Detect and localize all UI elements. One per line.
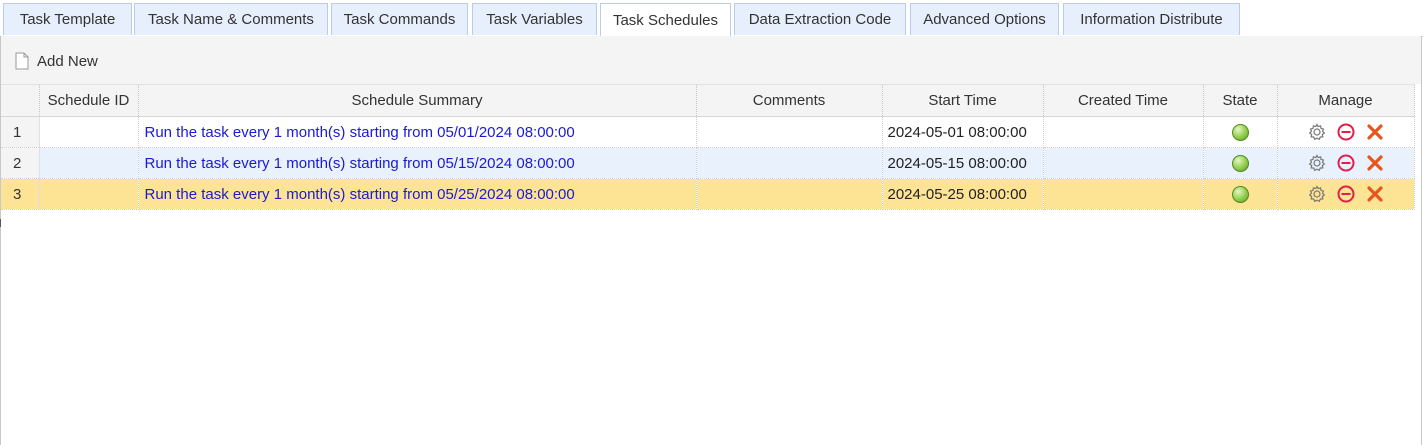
schedule-summary-link[interactable]: Run the task every 1 month(s) starting f… xyxy=(138,147,697,179)
tab-label: Data Extraction Code xyxy=(748,11,892,28)
column-header-schedule-summary[interactable]: Schedule Summary xyxy=(138,84,697,117)
column-header-state[interactable]: State xyxy=(1203,84,1278,117)
comments-cell xyxy=(696,178,883,210)
tab-label: Task Commands xyxy=(343,11,456,28)
column-header-rownum xyxy=(1,84,40,117)
tab-label: Advanced Options xyxy=(923,11,1046,28)
tab-task-commands[interactable]: Task Commands xyxy=(331,3,468,35)
column-header-comments[interactable]: Comments xyxy=(696,84,883,117)
schedule-summary-link[interactable]: Run the task every 1 month(s) starting f… xyxy=(138,178,697,210)
tab-task-variables[interactable]: Task Variables xyxy=(472,3,597,35)
delete-icon[interactable] xyxy=(1365,153,1385,173)
comments-cell xyxy=(696,116,883,148)
resize-handle-tick xyxy=(0,219,4,227)
schedule-summary-link[interactable]: Run the task every 1 month(s) starting f… xyxy=(138,116,697,148)
schedule-id-cell xyxy=(39,147,139,179)
row-number: 3 xyxy=(1,178,40,210)
tab-data-extraction-code[interactable]: Data Extraction Code xyxy=(734,3,906,35)
gear-icon[interactable] xyxy=(1307,122,1327,142)
state-cell xyxy=(1203,116,1278,148)
tab-label: Task Variables xyxy=(486,11,583,28)
created-time-cell xyxy=(1043,178,1204,210)
tab-task-template[interactable]: Task Template xyxy=(3,3,132,35)
tab-advanced-options[interactable]: Advanced Options xyxy=(910,3,1059,35)
manage-cell xyxy=(1277,116,1415,148)
document-icon xyxy=(15,52,29,70)
column-header-created-time[interactable]: Created Time xyxy=(1043,84,1204,117)
schedule-table: Schedule ID Schedule Summary Comments St… xyxy=(1,84,1415,210)
gear-icon[interactable] xyxy=(1307,184,1327,204)
comments-cell xyxy=(696,147,883,179)
start-time-cell: 2024-05-01 08:00:00 xyxy=(882,116,1044,148)
gear-icon[interactable] xyxy=(1307,153,1327,173)
manage-cell xyxy=(1277,147,1415,179)
delete-icon[interactable] xyxy=(1365,122,1385,142)
schedule-id-cell xyxy=(39,178,139,210)
state-active-icon xyxy=(1231,123,1249,141)
disable-icon[interactable] xyxy=(1336,184,1356,204)
schedules-panel: Add New Schedule ID Schedule Summary Com… xyxy=(0,36,1422,445)
tab-task-name-comments[interactable]: Task Name & Comments xyxy=(134,3,328,35)
toolbar: Add New xyxy=(1,36,1421,84)
state-cell xyxy=(1203,178,1278,210)
start-time-cell: 2024-05-15 08:00:00 xyxy=(882,147,1044,179)
column-header-schedule-id[interactable]: Schedule ID xyxy=(39,84,139,117)
column-header-manage[interactable]: Manage xyxy=(1277,84,1415,117)
state-active-icon xyxy=(1231,185,1249,203)
tab-information-distribute[interactable]: Information Distribute xyxy=(1063,3,1240,35)
row-number: 2 xyxy=(1,147,40,179)
add-new-button[interactable]: Add New xyxy=(15,50,98,72)
schedule-id-cell xyxy=(39,116,139,148)
tab-label: Task Template xyxy=(19,11,116,28)
add-new-label: Add New xyxy=(37,52,98,70)
tab-label: Task Name & Comments xyxy=(148,11,314,28)
manage-cell xyxy=(1277,178,1415,210)
tab-bar: Task Template Task Name & Comments Task … xyxy=(0,0,1423,37)
state-active-icon xyxy=(1231,154,1249,172)
tab-label: Task Schedules xyxy=(612,12,719,29)
tab-task-schedules[interactable]: Task Schedules xyxy=(600,3,731,37)
disable-icon[interactable] xyxy=(1336,153,1356,173)
delete-icon[interactable] xyxy=(1365,184,1385,204)
created-time-cell xyxy=(1043,116,1204,148)
row-number: 1 xyxy=(1,116,40,148)
state-cell xyxy=(1203,147,1278,179)
table-row[interactable]: 3 Run the task every 1 month(s) starting… xyxy=(1,178,1415,210)
created-time-cell xyxy=(1043,147,1204,179)
tab-label: Information Distribute xyxy=(1080,11,1223,28)
table-row[interactable]: 1 Run the task every 1 month(s) starting… xyxy=(1,116,1415,148)
disable-icon[interactable] xyxy=(1336,122,1356,142)
table-header-row: Schedule ID Schedule Summary Comments St… xyxy=(1,84,1415,117)
start-time-cell: 2024-05-25 08:00:00 xyxy=(882,178,1044,210)
table-row[interactable]: 2 Run the task every 1 month(s) starting… xyxy=(1,147,1415,179)
column-header-start-time[interactable]: Start Time xyxy=(882,84,1044,117)
